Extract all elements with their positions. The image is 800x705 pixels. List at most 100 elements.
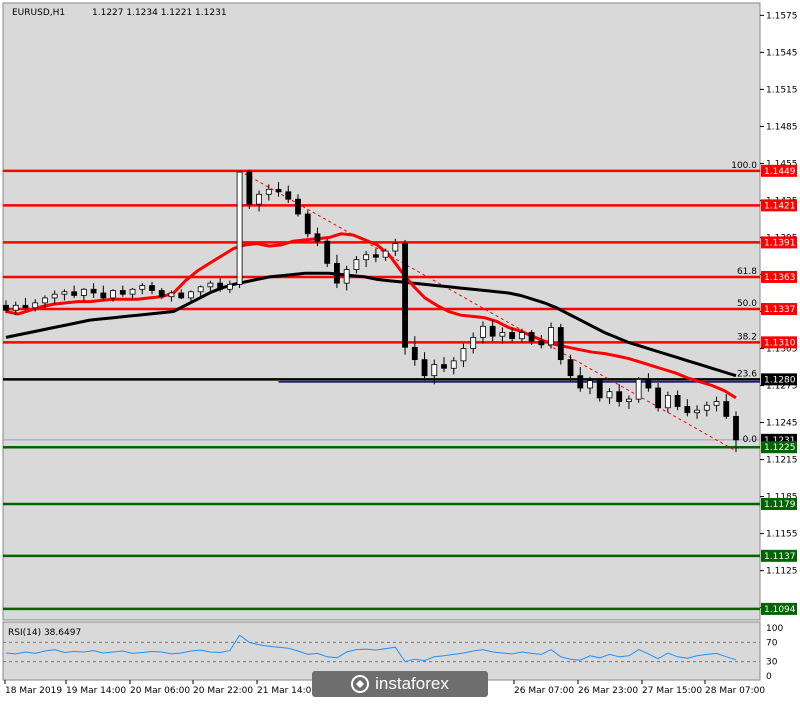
candle-body (577, 375, 584, 389)
candle-body (499, 332, 506, 337)
price-tick-label: 1.1485 (766, 122, 798, 132)
candle-body (431, 364, 438, 377)
candle-body (178, 292, 185, 299)
price-tag-label: 1.1280 (764, 375, 796, 385)
instaforex-logo-icon (351, 675, 370, 693)
candle-body (324, 240, 331, 264)
candle-body (71, 291, 78, 296)
fibonacci-level-label: 100.0 (731, 161, 757, 171)
candle-body (265, 188, 272, 195)
instaforex-watermark: instaforex (312, 671, 488, 697)
candle-body (606, 391, 613, 399)
candle-body (188, 291, 194, 299)
price-tick-label: 1.1575 (766, 11, 798, 21)
price-tag-label: 1.1137 (764, 552, 796, 562)
candle-body (733, 415, 739, 441)
candle-body (509, 332, 516, 340)
price-tag-label: 1.1391 (764, 238, 796, 248)
candle-body (645, 378, 652, 389)
candle-body (723, 401, 730, 417)
candle-body (12, 304, 19, 311)
candle-body (22, 304, 29, 309)
candle-body (518, 332, 525, 340)
ohlc-readout: 1.1227 1.1234 1.1221 1.1231 (92, 8, 227, 18)
candle-body (363, 254, 370, 261)
candle-body (480, 325, 486, 338)
candle-body (90, 288, 97, 294)
candle-body (226, 283, 233, 290)
time-tick-label: 28 Mar 07:00 (705, 686, 765, 696)
chart-svg: 100.0 61.8 50.0 38.2 23.6 0.0 1.1575 1.1545 1.1… (0, 0, 800, 700)
candle-body (587, 380, 593, 389)
rsi-tick-label: 0 (766, 672, 772, 682)
price-tick-label: 1.1245 (766, 419, 798, 429)
candle-body (596, 380, 603, 399)
price-tick-label: 1.1125 (766, 567, 798, 577)
time-tick-label: 18 Mar 2019 (5, 686, 62, 696)
candle-body (61, 291, 68, 295)
candle-body (694, 409, 700, 414)
candle-body (567, 359, 574, 377)
candle-body (616, 391, 623, 402)
candle-body (168, 292, 175, 298)
fibonacci-level-label: 23.6 (737, 369, 757, 379)
candle-body (197, 286, 204, 293)
candle-body (489, 325, 496, 337)
candle-body (528, 332, 535, 342)
candle-body (343, 269, 350, 284)
candle-body (538, 340, 545, 346)
candle-body (285, 191, 292, 200)
candle-body (149, 285, 155, 291)
price-tag-label: 1.1225 (764, 443, 796, 453)
candle-body (635, 378, 642, 400)
candle-body (304, 213, 311, 235)
candle-body (100, 292, 107, 299)
price-tag-label: 1.1363 (764, 273, 796, 283)
price-tick-label: 1.1155 (766, 530, 798, 540)
candle-body (334, 262, 340, 284)
price-tag-label: 1.1449 (764, 167, 796, 177)
time-tick-label: 19 Mar 14:00 (66, 686, 126, 696)
price-tag-label: 1.1179 (764, 500, 796, 510)
candle-body (42, 297, 48, 304)
price-tick-label: 1.1515 (766, 85, 798, 95)
price-tag-label: 1.1094 (764, 605, 796, 615)
candle-body (411, 346, 418, 361)
candle-body (275, 188, 282, 193)
candle-body (158, 290, 165, 298)
rsi-tick-label: 100 (766, 624, 783, 634)
time-tick-label: 21 Mar 14:00 (257, 686, 317, 696)
main-price-panel (2, 2, 761, 621)
candle-body (421, 359, 428, 377)
candle-body (353, 259, 360, 270)
time-tick-label: 26 Mar 23:00 (578, 686, 638, 696)
candle-body (703, 404, 710, 411)
candle-body (129, 288, 136, 295)
candle-body (548, 327, 554, 346)
time-tick-label: 20 Mar 22:00 (193, 686, 253, 696)
candle-body (51, 293, 58, 299)
candle-body (450, 360, 457, 369)
time-tick-label: 26 Mar 07:00 (514, 686, 574, 696)
candle-body (32, 302, 39, 309)
candle-body (110, 290, 116, 299)
candle-body (236, 171, 243, 285)
candle-body (441, 364, 447, 369)
candle-body (3, 304, 9, 311)
candle-body (713, 401, 720, 406)
candle-body (674, 395, 681, 407)
candle-body (246, 171, 253, 205)
candle-body (119, 290, 126, 295)
fibonacci-level-label: 38.2 (737, 332, 757, 342)
candle-body (557, 327, 564, 361)
price-tag-label: 1.1421 (764, 201, 796, 211)
price-tag-label: 1.1337 (764, 305, 796, 315)
chart-title: EURUSD,H1 (12, 8, 65, 18)
candle-body (382, 250, 389, 258)
time-tick-label: 20 Mar 06:00 (130, 686, 190, 696)
candle-body (655, 387, 662, 409)
candle-body (470, 337, 477, 349)
candle-body (256, 193, 262, 205)
candle-body (372, 254, 379, 258)
candle-body (460, 348, 467, 362)
